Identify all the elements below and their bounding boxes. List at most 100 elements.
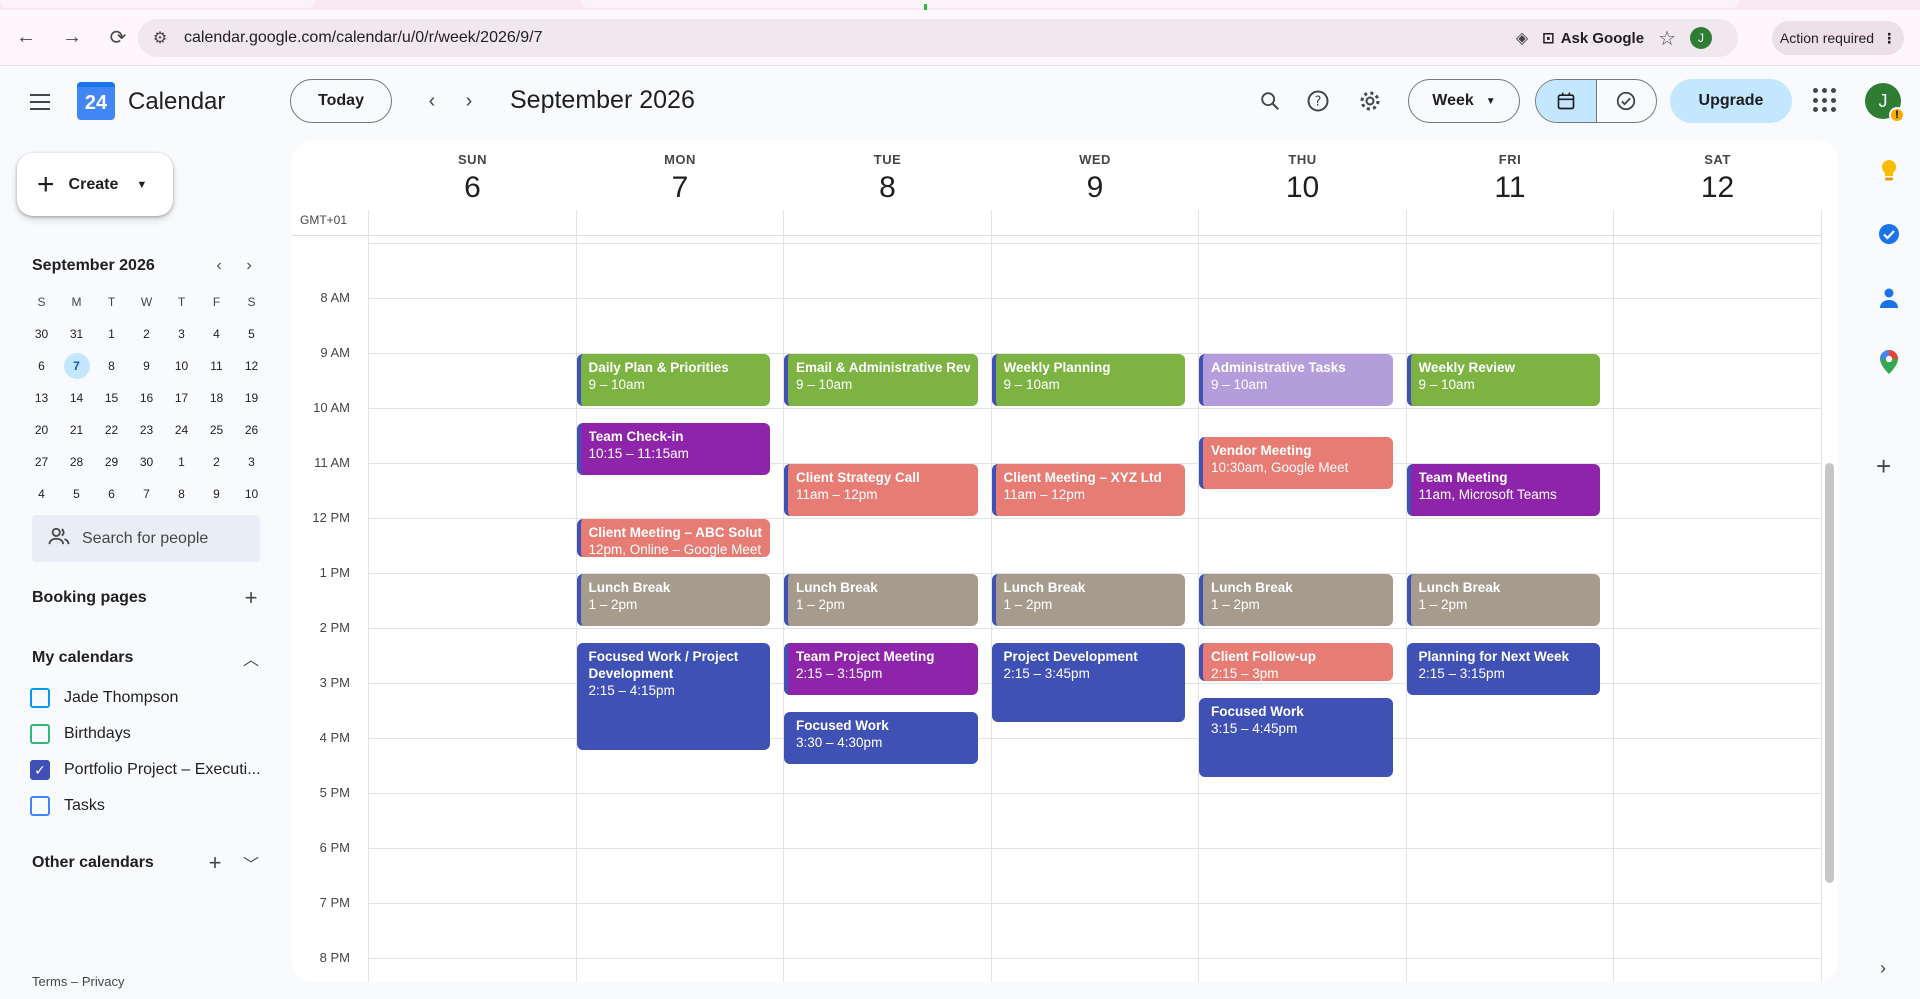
browser-tab[interactable] [0, 0, 316, 8]
calendar-event[interactable]: Lunch Break 1 – 2pm [576, 574, 770, 626]
view-selector-dropdown[interactable]: Week ▼ [1408, 79, 1520, 123]
calendar-event[interactable]: Team Check-in 10:15 – 11:15am [576, 422, 770, 475]
mini-calendar-day[interactable]: 31 [59, 318, 94, 350]
mini-calendar-day[interactable]: 12 [234, 350, 269, 382]
day-column-header[interactable]: MON 7 [577, 140, 784, 230]
forward-icon[interactable]: → [52, 18, 92, 58]
account-avatar[interactable]: J ! [1865, 83, 1905, 123]
mini-calendar-day[interactable]: 20 [24, 414, 59, 446]
mini-calendar-day[interactable]: 10 [164, 350, 199, 382]
mini-next-month-icon[interactable]: › [234, 257, 264, 275]
maps-icon[interactable] [1876, 349, 1902, 375]
checkbox-checked-icon[interactable]: ✓ [30, 760, 50, 780]
mini-calendar-day[interactable]: 4 [24, 478, 59, 510]
day-column-header[interactable]: WED 9 [992, 140, 1199, 230]
day-column-header[interactable]: FRI 11 [1407, 140, 1614, 230]
mini-calendar-day[interactable]: 9 [199, 478, 234, 510]
calendar-event[interactable]: Lunch Break 1 – 2pm [991, 574, 1185, 626]
calendar-event[interactable]: Client Meeting – ABC Solutions 12pm, Onli… [576, 519, 770, 558]
calendar-event[interactable]: Lunch Break 1 – 2pm [1406, 574, 1600, 626]
upgrade-button[interactable]: Upgrade [1670, 79, 1792, 123]
mini-calendar-day[interactable]: 11 [199, 350, 234, 382]
calendar-event[interactable]: Client Meeting – XYZ Ltd 11am – 12pm [991, 464, 1185, 516]
calendar-event[interactable]: Daily Plan & Priorities 9 – 10am [576, 354, 770, 406]
day-number[interactable]: 6 [369, 171, 576, 205]
mini-calendar-day[interactable]: 5 [234, 318, 269, 350]
checkbox-icon[interactable] [30, 724, 50, 744]
day-number[interactable]: 11 [1407, 171, 1614, 205]
mini-calendar-day[interactable]: 6 [94, 478, 129, 510]
mini-calendar-day[interactable]: 26 [234, 414, 269, 446]
mini-calendar-day[interactable]: 13 [24, 382, 59, 414]
mini-calendar-day[interactable]: 3 [164, 318, 199, 350]
calendar-event[interactable]: Team Meeting 11am, Microsoft Teams [1406, 464, 1600, 516]
day-number[interactable]: 7 [577, 171, 784, 205]
mini-calendar-day[interactable]: 24 [164, 414, 199, 446]
day-column-header[interactable]: SUN 6 [369, 140, 576, 230]
day-column-header[interactable]: THU 10 [1199, 140, 1406, 230]
calendar-event[interactable]: Email & Administrative Review 9 – 10am [784, 354, 978, 406]
back-icon[interactable]: ← [6, 18, 46, 58]
calendar-list-item[interactable]: ✓ Portfolio Project – Executi... [30, 752, 270, 788]
mini-calendar-day[interactable]: 17 [164, 382, 199, 414]
add-booking-page-icon[interactable]: + [238, 585, 264, 611]
mini-calendar-day[interactable]: 30 [24, 318, 59, 350]
next-week-icon[interactable]: › [452, 84, 486, 118]
mini-calendar-day[interactable]: 7 [59, 350, 94, 382]
search-people-input[interactable]: Search for people [32, 515, 260, 562]
scrollbar[interactable] [1825, 463, 1834, 883]
day-column-header[interactable]: SAT 12 [1614, 140, 1821, 230]
checkbox-icon[interactable] [30, 688, 50, 708]
chevron-up-icon[interactable]: ︿ [238, 646, 264, 670]
contacts-icon[interactable] [1876, 285, 1902, 311]
terms-privacy-links[interactable]: Terms – Privacy [32, 974, 124, 989]
calendar-event[interactable]: Team Project Meeting 2:15 – 3:15pm [784, 642, 978, 695]
calendar-event[interactable]: Project Development 2:15 – 3:45pm [991, 642, 1185, 723]
day-column-header[interactable]: TUE 8 [784, 140, 991, 230]
mini-calendar-day[interactable]: 1 [164, 446, 199, 478]
mini-calendar-day[interactable]: 28 [59, 446, 94, 478]
calendar-event[interactable]: Vendor Meeting 10:30am, Google Meet [1199, 436, 1393, 489]
calendar-list-item[interactable]: Jade Thompson [30, 680, 270, 716]
chevron-down-icon[interactable]: ﹀ [238, 851, 264, 875]
day-number[interactable]: 10 [1199, 171, 1406, 205]
mini-calendar-day[interactable]: 8 [164, 478, 199, 510]
mini-prev-month-icon[interactable]: ‹ [204, 257, 234, 275]
tasks-view-icon[interactable] [1597, 80, 1657, 122]
ask-google-button[interactable]: ⊡ Ask Google [1542, 29, 1644, 48]
mini-calendar-day[interactable]: 1 [94, 318, 129, 350]
mini-calendar-day[interactable]: 21 [59, 414, 94, 446]
day-number[interactable]: 12 [1614, 171, 1821, 205]
help-icon[interactable]: ? [1300, 83, 1336, 119]
calendar-event[interactable]: Administrative Tasks 9 – 10am [1199, 354, 1393, 406]
settings-gear-icon[interactable] [1352, 83, 1388, 119]
calendar-logo-icon[interactable]: 24 [77, 82, 115, 120]
mini-calendar-day[interactable]: 25 [199, 414, 234, 446]
tasks-icon[interactable] [1876, 221, 1902, 247]
site-info-icon[interactable]: ⚙ [142, 28, 178, 48]
mini-calendar-day[interactable]: 18 [199, 382, 234, 414]
add-other-calendar-icon[interactable]: + [202, 850, 228, 876]
calendar-event[interactable]: Client Follow-up 2:15 – 3pm [1199, 642, 1393, 681]
mini-calendar-day[interactable]: 2 [199, 446, 234, 478]
address-bar[interactable]: ⚙ calendar.google.com/calendar/u/0/r/wee… [138, 19, 1738, 57]
mini-calendar-day[interactable]: 27 [24, 446, 59, 478]
mini-calendar-day[interactable]: 14 [59, 382, 94, 414]
mini-calendar-day[interactable]: 30 [129, 446, 164, 478]
keep-icon[interactable] [1876, 158, 1902, 184]
calendar-event[interactable]: Lunch Break 1 – 2pm [1199, 574, 1393, 626]
main-menu-icon[interactable] [24, 86, 56, 118]
today-button[interactable]: Today [290, 79, 392, 123]
url-text[interactable]: calendar.google.com/calendar/u/0/r/week/… [184, 29, 542, 47]
my-calendars-section[interactable]: My calendars ︿ [32, 645, 264, 671]
other-calendars-section[interactable]: Other calendars + ﹀ [32, 850, 264, 876]
mini-calendar-day[interactable]: 22 [94, 414, 129, 446]
search-icon[interactable] [1252, 83, 1288, 119]
app-name[interactable]: Calendar [128, 88, 225, 116]
calendar-view-icon[interactable] [1536, 80, 1597, 122]
reload-icon[interactable]: ⟳ [98, 18, 138, 58]
checkbox-icon[interactable] [30, 796, 50, 816]
calendar-event[interactable]: Focused Work 3:15 – 4:45pm [1199, 697, 1393, 778]
mini-calendar-day[interactable]: 16 [129, 382, 164, 414]
mini-calendar-day[interactable]: 23 [129, 414, 164, 446]
